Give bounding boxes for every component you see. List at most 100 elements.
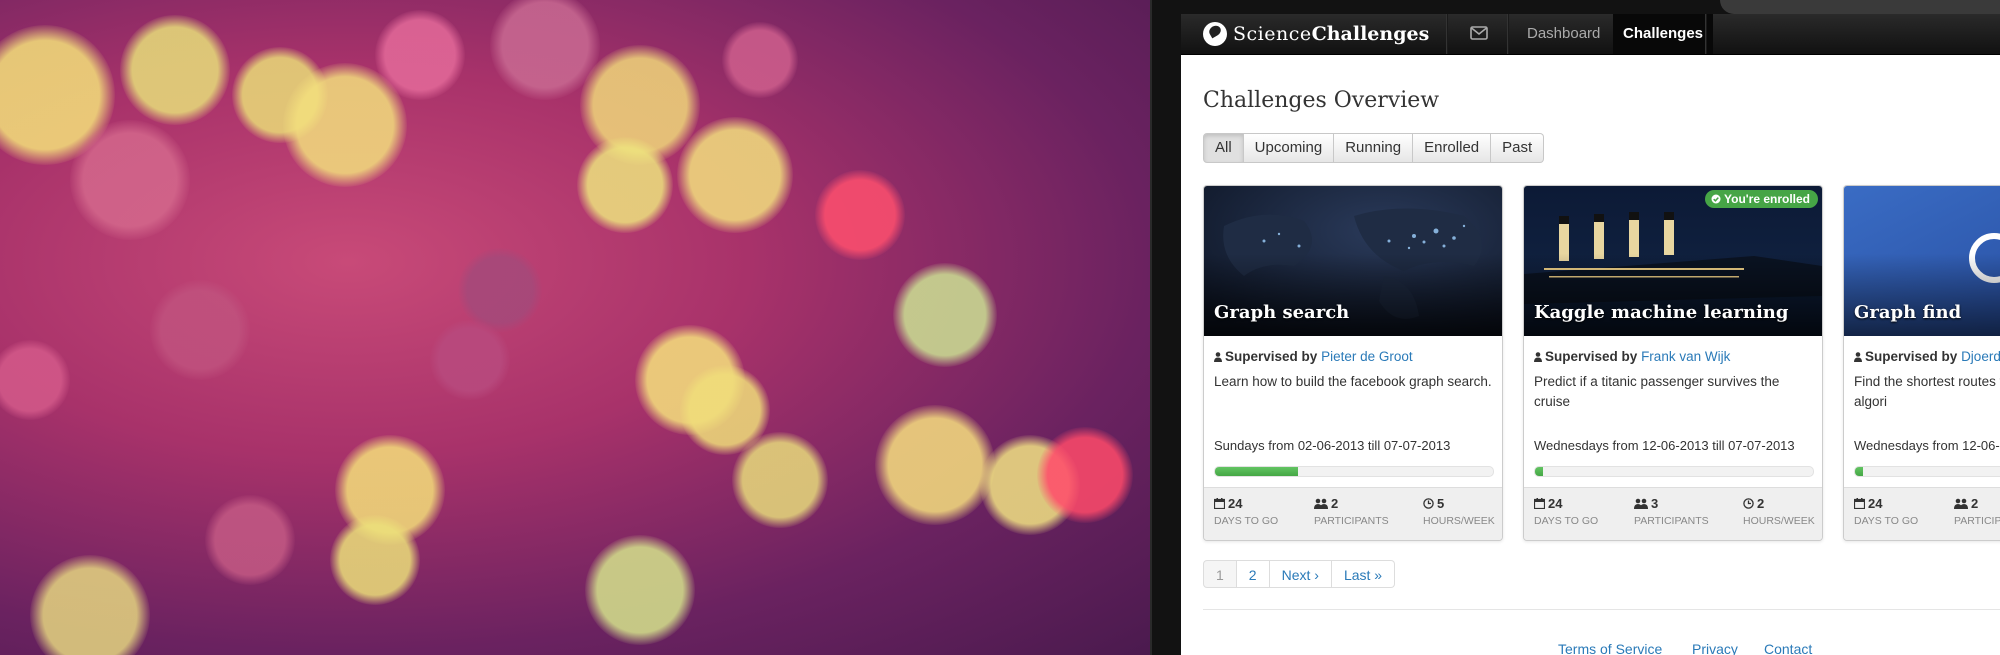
bokeh-light-orb (120, 15, 230, 125)
user-icon (1534, 352, 1542, 362)
bokeh-light-orb (893, 263, 997, 367)
supervised-by-label: Supervised by (1545, 349, 1638, 364)
bokeh-wallpaper (0, 0, 1160, 655)
challenge-title[interactable]: Graph find (1854, 302, 1961, 323)
group-icon (1634, 498, 1648, 509)
contact-link[interactable]: Contact (1764, 641, 1812, 655)
check-circle-icon (1711, 194, 1721, 204)
filter-past-button[interactable]: Past (1491, 133, 1545, 163)
terms-of-service-link[interactable]: Terms of Service (1558, 641, 1662, 655)
bokeh-light-orb (30, 555, 150, 655)
challenge-title[interactable]: Graph search (1214, 302, 1349, 323)
brand-logo[interactable]: Science Challenges (1203, 21, 1429, 47)
challenge-description: Predict if a titanic passenger survives … (1534, 374, 1780, 409)
clock-icon (1423, 498, 1434, 509)
filter-upcoming-button[interactable]: Upcoming (1243, 133, 1335, 163)
enrolled-badge: You're enrolled (1705, 190, 1818, 208)
nav-divider (1705, 14, 1707, 54)
challenge-card[interactable]: Graph search Supervised by Pieter de Gro… (1203, 185, 1503, 541)
calendar-icon (1533, 498, 1546, 510)
participants-stat: 2 PARTICIPANTS (1954, 496, 2000, 527)
pagination: 1 2 Next › Last » (1203, 560, 1396, 588)
hours-per-week-stat: 2 HOURS/WEEK (1743, 496, 1815, 527)
challenge-card[interactable]: Graph find Supervised by Djoerd Find the… (1843, 185, 2000, 541)
footer-divider (1203, 609, 2000, 610)
last-page-link[interactable]: Last » (1331, 560, 1396, 588)
supervised-by-label: Supervised by (1225, 349, 1318, 364)
filter-running-button[interactable]: Running (1334, 133, 1414, 163)
nav-challenges-link[interactable]: Challenges (1613, 14, 1714, 54)
hours-per-week-label: HOURS/WEEK (1423, 515, 1495, 527)
supervisor-link[interactable]: Djoerd (1961, 349, 2000, 364)
brand-name-bold: Challenges (1311, 23, 1430, 45)
challenge-stats: 24 DAYS TO GO 2 PARTICIPANTS 5 HOURS/WEE… (1204, 487, 1502, 540)
bokeh-light-orb (577, 137, 673, 233)
hours-per-week-value: 5 (1437, 496, 1445, 511)
days-to-go-value: 24 (1548, 496, 1563, 511)
days-to-go-stat: 24 DAYS TO GO (1853, 496, 1919, 527)
days-to-go-stat: 24 DAYS TO GO (1533, 496, 1598, 527)
challenge-stats: 24 DAYS TO GO 3 PARTICIPANTS 2 HOURS/WEE… (1524, 487, 1822, 540)
bokeh-light-orb (1037, 427, 1133, 523)
hours-per-week-value: 2 (1757, 496, 1765, 511)
participants-value: 2 (1331, 496, 1339, 511)
challenge-stats: 24 DAYS TO GO 2 PARTICIPANTS (1844, 487, 2000, 540)
challenge-description: Find the shortest routes to improve sear… (1854, 374, 2000, 409)
bokeh-light-orb (677, 117, 793, 233)
envelope-icon[interactable] (1470, 26, 1488, 40)
challenge-progress-bar (1534, 466, 1814, 477)
participants-label: PARTICIPANTS (1954, 515, 2000, 527)
challenge-schedule: Wednesdays from 12-06-2013 till 07-07-20… (1534, 438, 1795, 453)
enrolled-badge-text: You're enrolled (1724, 192, 1810, 206)
participants-stat: 3 PARTICIPANTS (1634, 496, 1709, 527)
navbar: Science Challenges Dashboard Challenges (1181, 14, 2000, 55)
brand-name-light: Science (1233, 23, 1312, 45)
supervisor-link[interactable]: Frank van Wijk (1641, 349, 1730, 364)
challenge-card[interactable]: You're enrolled Kaggle machine learning … (1523, 185, 1823, 541)
browser-viewport: Science Challenges Dashboard Challenges C… (1181, 14, 2000, 655)
user-icon (1854, 352, 1862, 362)
group-icon (1314, 498, 1328, 509)
progress-fill (1215, 467, 1299, 476)
user-icon (1214, 352, 1222, 362)
nav-divider (1446, 14, 1448, 54)
bokeh-light-orb (815, 170, 905, 260)
challenge-progress-bar (1854, 466, 2000, 477)
next-page-link[interactable]: Next › (1269, 560, 1332, 588)
hours-per-week-stat: 5 HOURS/WEEK (1423, 496, 1495, 527)
challenge-schedule: Sundays from 02-06-2013 till 07-07-2013 (1214, 438, 1451, 453)
page-1-link[interactable]: 1 (1203, 560, 1237, 588)
bokeh-light-orb (875, 405, 995, 525)
filter-button-group: All Upcoming Running Enrolled Past (1203, 133, 1545, 163)
leaf-logo-icon (1203, 22, 1227, 46)
bokeh-light-orb (430, 320, 510, 400)
calendar-icon (1853, 498, 1866, 510)
nav-dashboard-link[interactable]: Dashboard (1517, 14, 1610, 54)
supervised-by-label: Supervised by (1865, 349, 1958, 364)
bokeh-light-orb (205, 495, 295, 585)
filter-all-button[interactable]: All (1203, 133, 1244, 163)
supervisor-line: Supervised by Pieter de Groot (1214, 349, 1413, 364)
page-title: Challenges Overview (1203, 88, 1440, 113)
challenge-title[interactable]: Kaggle machine learning (1534, 302, 1788, 323)
filter-enrolled-button[interactable]: Enrolled (1413, 133, 1492, 163)
calendar-icon (1213, 498, 1226, 510)
participants-value: 3 (1651, 496, 1659, 511)
supervisor-link[interactable]: Pieter de Groot (1321, 349, 1413, 364)
page-2-link[interactable]: 2 (1236, 560, 1270, 588)
progress-fill (1855, 467, 1864, 476)
challenge-schedule: Wednesdays from 12-06-2 (1854, 438, 2000, 453)
challenge-progress-bar (1214, 466, 1494, 477)
clock-icon (1743, 498, 1754, 509)
bokeh-light-orb (375, 10, 465, 100)
bokeh-light-orb (150, 280, 250, 380)
participants-label: PARTICIPANTS (1634, 515, 1709, 527)
bokeh-light-orb (732, 432, 828, 528)
participants-label: PARTICIPANTS (1314, 515, 1389, 527)
bokeh-light-orb (70, 120, 190, 240)
privacy-link[interactable]: Privacy (1692, 641, 1738, 655)
participants-stat: 2 PARTICIPANTS (1314, 496, 1389, 527)
days-to-go-stat: 24 DAYS TO GO (1213, 496, 1278, 527)
days-to-go-label: DAYS TO GO (1854, 515, 1919, 527)
group-icon (1954, 498, 1968, 509)
